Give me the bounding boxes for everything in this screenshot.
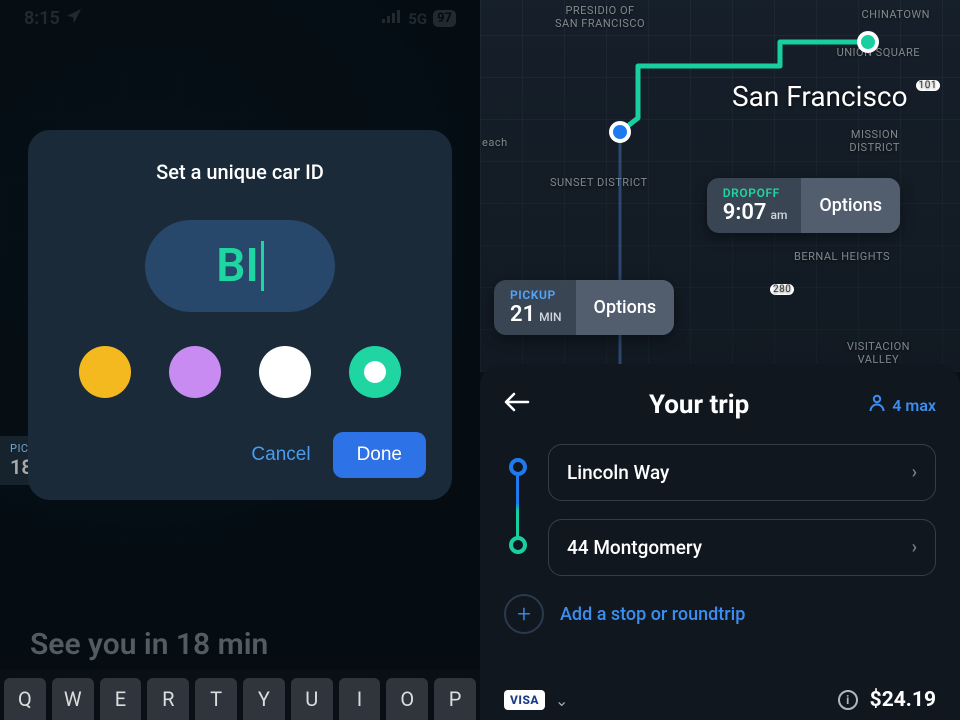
color-swatch-yellow[interactable] (79, 346, 131, 398)
pickup-time: 21 (510, 302, 535, 327)
modal-actions: Cancel Done (54, 432, 426, 478)
key-q[interactable]: Q (4, 678, 46, 720)
dropoff-time: 9:07 (723, 200, 767, 225)
visa-card-icon: VISA (504, 690, 545, 710)
key-u[interactable]: U (291, 678, 333, 720)
trip-price: $24.19 (870, 688, 936, 712)
stop-pickup-label: Lincoln Way (567, 461, 669, 484)
map-label-bernal: BERNAL HEIGHTS (794, 250, 890, 263)
map-label-presidio: PRESIDIO OFSAN FRANCISCO (555, 4, 645, 30)
dropoff-card: DROPOFF 9:07 am Options (707, 178, 900, 233)
map-label-union-square: UNION SQUARE (837, 46, 920, 59)
sheet-title: Your trip (649, 390, 749, 420)
pickup-dot-icon (509, 458, 527, 476)
trip-sheet: Your trip 4 max Lincoln Way › 44 Montgom… (480, 364, 960, 720)
passenger-limit[interactable]: 4 max (868, 394, 936, 416)
modal-title: Set a unique car ID (54, 160, 426, 184)
payment-method-button[interactable]: VISA ⌄ (504, 690, 568, 710)
chevron-down-icon: ⌄ (555, 691, 568, 710)
map-shield-101: 101 (916, 80, 940, 91)
city-label: San Francisco (732, 80, 908, 113)
map-label-beach: each (482, 136, 508, 149)
chevron-right-icon: › (912, 537, 917, 558)
map-label-chinatown: CHINATOWN (861, 8, 930, 21)
key-i[interactable]: I (339, 678, 381, 720)
key-p[interactable]: P (434, 678, 476, 720)
pickup-card: PICKUP 21 MIN Options (494, 280, 674, 335)
stop-row-dropoff[interactable]: 44 Montgomery › (548, 519, 936, 576)
passenger-limit-text: 4 max (892, 396, 936, 415)
pickup-options-button[interactable]: Options (576, 280, 675, 335)
car-id-input[interactable]: BI (145, 220, 335, 312)
dropoff-label: DROPOFF (723, 186, 788, 200)
key-t[interactable]: T (195, 678, 237, 720)
map-label-sunset: SUNSET DISTRICT (550, 176, 648, 189)
dropoff-unit: am (770, 208, 787, 222)
arrow-left-icon (504, 391, 530, 418)
key-o[interactable]: O (386, 678, 428, 720)
key-e[interactable]: E (100, 678, 142, 720)
dropoff-dot-icon (509, 536, 527, 554)
keyboard-row: Q W E R T Y U I O P (0, 670, 480, 720)
key-w[interactable]: W (52, 678, 94, 720)
text-cursor (261, 241, 264, 291)
info-icon[interactable]: i (838, 690, 858, 710)
dropoff-options-button[interactable]: Options (801, 178, 900, 233)
chevron-right-icon: › (912, 462, 917, 483)
payment-row: VISA ⌄ i $24.19 (504, 688, 936, 712)
add-stop-label: Add a stop or roundtrip (560, 604, 745, 625)
pickup-unit: MIN (539, 310, 561, 324)
map-shield-280: 280 (770, 284, 794, 295)
see-you-text: See you in 18 min (30, 627, 268, 662)
color-swatch-purple[interactable] (169, 346, 221, 398)
left-screenshot: 8:15 5G 97 PICKUP 18 See you in 18 min Q… (0, 0, 480, 720)
add-stop-button[interactable]: + Add a stop or roundtrip (504, 594, 936, 634)
color-picker-row (54, 346, 426, 398)
car-id-modal: Set a unique car ID BI Cancel Done (28, 130, 452, 500)
person-icon (868, 394, 886, 416)
car-id-value: BI (216, 239, 258, 293)
stop-dropoff-label: 44 Montgomery (567, 536, 702, 559)
cancel-button[interactable]: Cancel (251, 444, 310, 466)
stops-list: Lincoln Way › 44 Montgomery › (504, 444, 936, 576)
plus-icon: + (504, 594, 544, 634)
right-screenshot: PRESIDIO OFSAN FRANCISCO CHINATOWN UNION… (480, 0, 960, 720)
color-swatch-green[interactable] (349, 346, 401, 398)
back-button[interactable] (504, 391, 530, 419)
pickup-label: PICKUP (510, 288, 562, 302)
key-r[interactable]: R (147, 678, 189, 720)
key-y[interactable]: Y (243, 678, 285, 720)
done-button[interactable]: Done (333, 432, 426, 478)
map-label-visitacion: VISITACIONVALLEY (847, 340, 910, 366)
color-swatch-white[interactable] (259, 346, 311, 398)
map-label-mission: MISSIONDISTRICT (849, 128, 900, 154)
map[interactable]: PRESIDIO OFSAN FRANCISCO CHINATOWN UNION… (480, 0, 960, 372)
stop-row-pickup[interactable]: Lincoln Way › (548, 444, 936, 501)
